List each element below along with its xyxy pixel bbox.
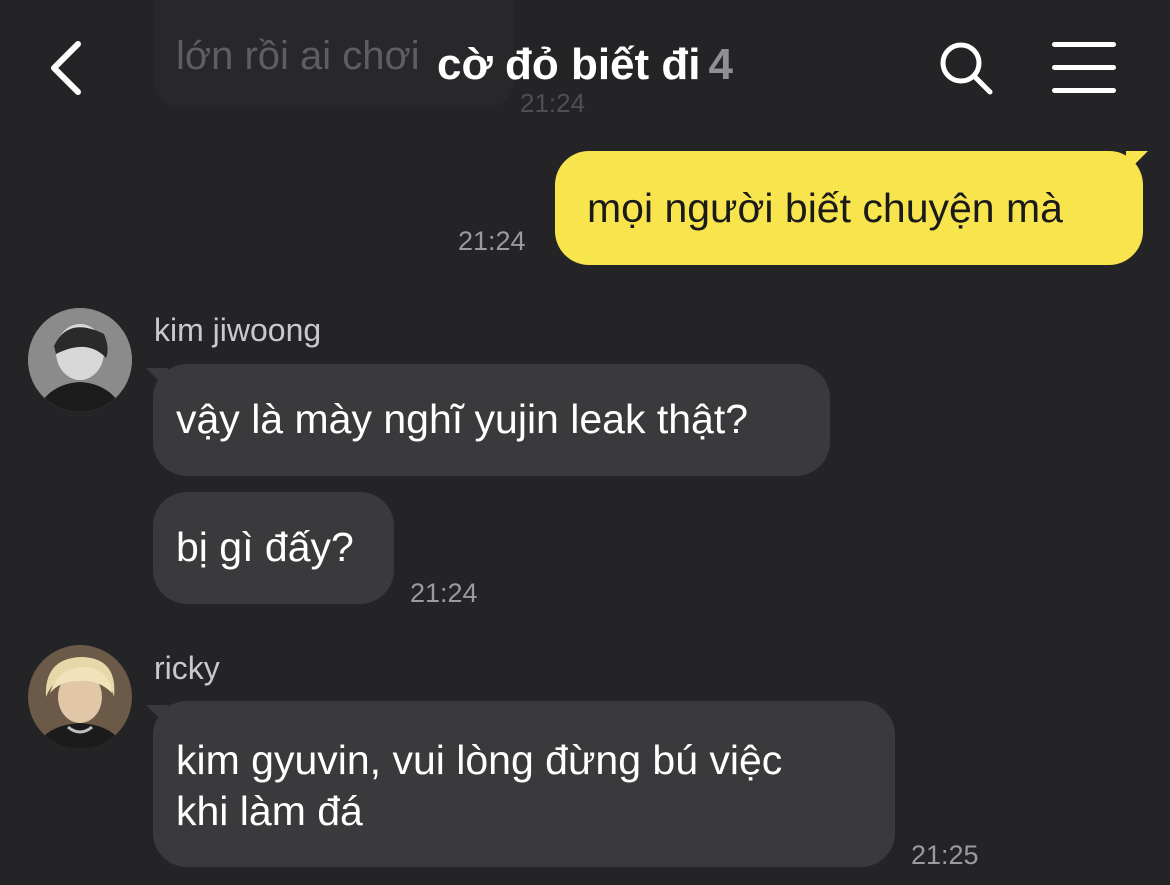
profile-photo-kim-jiwoong: [28, 308, 132, 412]
incoming-bubble-tail: [146, 368, 168, 390]
outgoing-message-bubble[interactable]: mọi người biết chuyện mà: [555, 151, 1143, 265]
incoming-message-bubble[interactable]: bị gì đấy?: [153, 492, 394, 604]
sender-name: ricky: [154, 650, 220, 686]
chat-header: cờ đỏ biết đi 4: [0, 0, 1170, 135]
menu-button[interactable]: [1052, 42, 1118, 94]
message-text-line: khi làm đá: [176, 788, 363, 834]
incoming-message-bubble[interactable]: kim gyuvin, vui lòng đừng bú việc khi là…: [153, 701, 895, 867]
message-time: 21:24: [458, 226, 526, 256]
hamburger-menu-line: [1052, 65, 1116, 70]
hamburger-menu-icon: [1052, 42, 1116, 47]
message-time: 21:25: [911, 840, 979, 870]
member-count: 4: [708, 40, 733, 89]
message-text: mọi người biết chuyện mà: [587, 185, 1063, 231]
avatar[interactable]: [28, 645, 132, 749]
outgoing-bubble-tail: [1126, 151, 1148, 173]
chat-title-text: cờ đỏ biết đi: [437, 40, 701, 89]
incoming-bubble-tail: [146, 705, 168, 727]
avatar[interactable]: [28, 308, 132, 412]
incoming-message-bubble[interactable]: vậy là mày nghĩ yujin leak thật?: [153, 364, 830, 476]
search-button[interactable]: [936, 38, 996, 98]
hamburger-menu-line: [1052, 88, 1116, 93]
message-text: bị gì đấy?: [176, 524, 354, 570]
sender-name: kim jiwoong: [154, 312, 322, 348]
message-text-line: kim gyuvin, vui lòng đừng bú việc: [176, 737, 783, 783]
search-icon: [940, 42, 993, 95]
profile-photo-ricky: [28, 645, 132, 749]
message-text: vậy là mày nghĩ yujin leak thật?: [176, 396, 749, 442]
message-time: 21:24: [410, 578, 478, 608]
